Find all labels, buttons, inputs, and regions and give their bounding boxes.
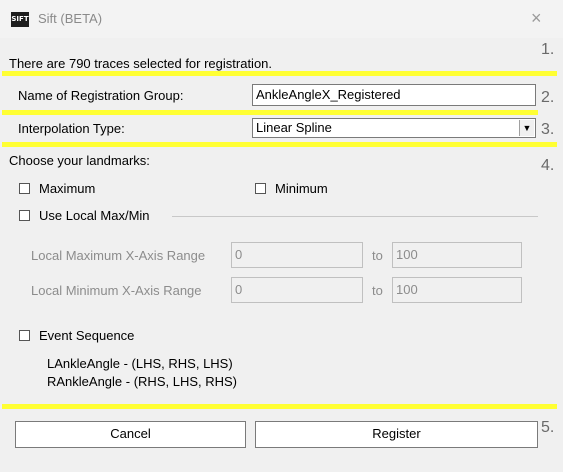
local-min-to-input[interactable]: 100 xyxy=(392,277,522,303)
window-title: Sift (BETA) xyxy=(38,11,103,26)
group-separator xyxy=(172,216,538,217)
group-name-label: Name of Registration Group: xyxy=(18,88,184,103)
local-max-to-label: to xyxy=(372,248,383,263)
maximum-label: Maximum xyxy=(39,181,96,196)
app-icon: SIFT xyxy=(11,12,29,27)
interpolation-selected-value: Linear Spline xyxy=(256,120,332,135)
local-max-to-input[interactable]: 100 xyxy=(392,242,522,268)
use-local-label: Use Local Max/Min xyxy=(39,208,150,223)
landmarks-heading: Choose your landmarks: xyxy=(9,153,150,168)
annotation-number-1: 1. xyxy=(541,41,555,58)
event-sequence-checkbox[interactable] xyxy=(19,330,30,341)
highlight-line-2 xyxy=(2,110,538,115)
dropdown-arrow-icon[interactable]: ▼ xyxy=(519,120,534,136)
local-min-from-input[interactable]: 0 xyxy=(231,277,363,303)
local-min-label: Local Minimum X-Axis Range xyxy=(31,283,202,298)
annotation-number-2: 2. xyxy=(541,89,555,106)
annotation-number-5: 5. xyxy=(541,419,555,436)
close-icon[interactable]: × xyxy=(531,7,542,29)
event-sequence-label: Event Sequence xyxy=(39,328,135,343)
maximum-checkbox[interactable] xyxy=(19,183,30,194)
local-max-label: Local Maximum X-Axis Range xyxy=(31,248,206,263)
cancel-button[interactable]: Cancel xyxy=(15,421,246,448)
traces-message: There are 790 traces selected for regist… xyxy=(9,56,273,71)
sequence-item-left: LAnkleAngle - (LHS, RHS, LHS) xyxy=(47,356,233,371)
minimum-label: Minimum xyxy=(275,181,328,196)
highlight-line-1 xyxy=(2,71,557,76)
use-local-checkbox[interactable] xyxy=(19,210,30,221)
minimum-checkbox[interactable] xyxy=(255,183,266,194)
sequence-item-right: RAnkleAngle - (RHS, LHS, RHS) xyxy=(47,374,237,389)
register-button[interactable]: Register xyxy=(255,421,538,448)
highlight-line-3 xyxy=(2,142,557,147)
highlight-line-4 xyxy=(2,404,557,409)
interpolation-label: Interpolation Type: xyxy=(18,121,125,136)
annotation-number-3: 3. xyxy=(541,121,555,138)
dialog-body: There are 790 traces selected for regist… xyxy=(0,38,563,472)
local-max-from-input[interactable]: 0 xyxy=(231,242,363,268)
local-min-to-label: to xyxy=(372,283,383,298)
group-name-input[interactable]: AnkleAngleX_Registered xyxy=(252,84,536,106)
interpolation-select[interactable]: Linear Spline ▼ xyxy=(252,118,536,138)
annotation-number-4: 4. xyxy=(541,157,555,174)
